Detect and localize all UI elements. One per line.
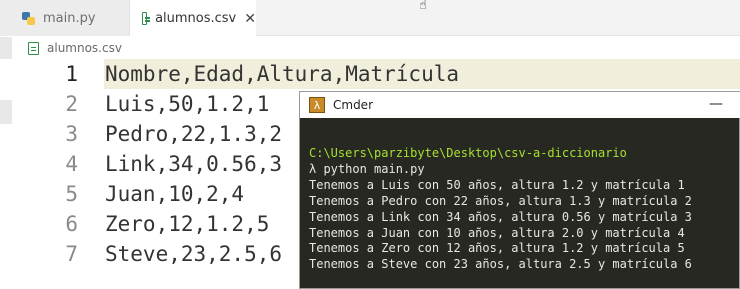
line-text: Nombre,Edad,Altura,Matrícula [105,62,460,86]
line-text: Juan,10,2,4 [105,182,245,206]
terminal-line: Tenemos a Pedro con 22 años, altura 1.3 … [309,193,692,208]
breadcrumb[interactable]: alumnos.csv [0,37,740,59]
gutter-strip [0,37,12,59]
line-number: 3 [65,122,78,146]
tab-main-py[interactable]: main.py [0,0,130,36]
python-file-icon [22,11,35,25]
csv-file-icon [28,41,39,55]
line-text: Steve,23,2.5,6 [105,242,283,266]
line-text: Pedro,22,1.3,2 [105,122,283,146]
terminal-line: Tenemos a Luis con 50 años, altura 1.2 y… [309,177,685,192]
line-number: 1 [65,62,78,86]
cmder-window[interactable]: λ Cmder — C:\Users\parzibyte\Desktop\csv… [299,91,740,289]
editor-line[interactable]: 1 Nombre,Edad,Altura,Matrícula [0,59,740,89]
line-text: Zero,12,1.2,5 [105,212,270,236]
window-title: Cmder [333,98,374,112]
terminal-line: Tenemos a Zero con 12 años, altura 1.2 y… [309,241,685,256]
terminal-path: C:\Users\parzibyte\Desktop\csv-a-diccion… [309,146,627,160]
lambda-icon: λ [309,97,325,113]
terminal-output[interactable]: C:\Users\parzibyte\Desktop\csv-a-diccion… [309,146,692,273]
line-number: 2 [65,92,78,116]
terminal-line: Tenemos a Link con 34 años, altura 0.56 … [309,209,692,224]
line-number: 5 [65,182,78,206]
csv-file-icon [142,12,151,25]
line-number: 7 [65,242,78,266]
line-number: 6 [65,212,78,236]
breadcrumb-label: alumnos.csv [47,41,122,55]
line-text: Luis,50,1.2,1 [105,92,270,116]
line-text: Link,34,0.56,3 [105,152,283,176]
minimize-button[interactable]: — [709,96,723,112]
mouse-pointer-icon: ☝ [419,0,427,13]
line-number: 4 [65,152,78,176]
tab-label: main.py [43,10,96,26]
tab-alumnos-csv[interactable]: alumnos.csv ✕ [130,0,256,37]
close-icon[interactable]: ✕ [244,11,256,27]
tab-label: alumnos.csv [155,11,237,26]
terminal-command: λ python main.py [309,161,425,176]
tab-bar: main.py alumnos.csv ✕ ☝ [0,0,740,37]
cmder-title-bar[interactable]: λ Cmder — [300,92,740,118]
terminal-line: Tenemos a Juan con 10 años, altura 2.0 y… [309,225,685,240]
terminal-line: Tenemos a Steve con 23 años, altura 2.5 … [309,257,692,272]
